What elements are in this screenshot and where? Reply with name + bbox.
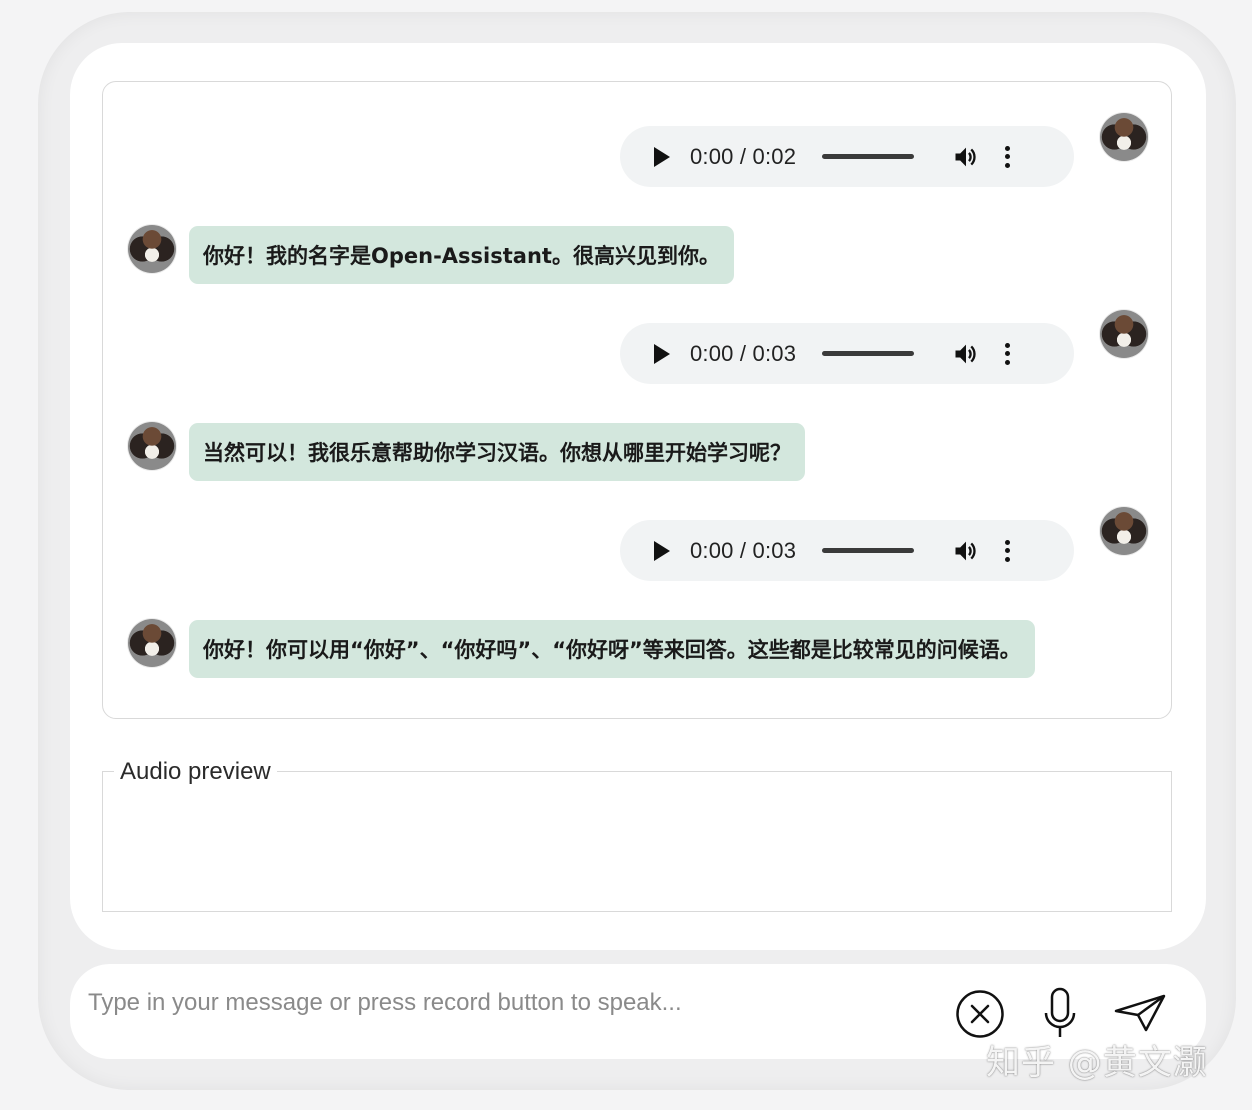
watermark: 知乎 @黄文灏: [986, 1043, 1208, 1083]
send-icon: [1114, 994, 1166, 1032]
volume-icon[interactable]: [952, 340, 980, 368]
audio-time: 0:00 / 0:03: [690, 537, 797, 563]
play-icon[interactable]: [650, 146, 670, 167]
bot-message: 当然可以！我很乐意帮助你学习汉语。你想从哪里开始学习呢？: [189, 423, 805, 481]
user-avatar: [1100, 113, 1148, 161]
audio-player[interactable]: 0:00 / 0:03: [620, 520, 1074, 581]
audio-time: 0:00 / 0:02: [690, 143, 797, 169]
audio-player[interactable]: 0:00 / 0:02: [620, 126, 1074, 187]
bot-avatar: [128, 225, 176, 273]
bot-message: 你好！你可以用“你好”、“你好吗”、“你好呀”等来回答。这些都是比较常见的问候语…: [189, 620, 1035, 678]
more-options-icon[interactable]: [1004, 342, 1010, 365]
bot-message: 你好！我的名字是Open-Assistant。很高兴见到你。: [189, 226, 734, 284]
play-icon[interactable]: [650, 540, 670, 561]
audio-preview-label: Audio preview: [114, 758, 277, 786]
clear-icon: [956, 990, 1004, 1038]
audio-progress-bar[interactable]: [822, 548, 915, 553]
volume-icon[interactable]: [952, 537, 980, 565]
user-avatar: [1100, 310, 1148, 358]
send-button[interactable]: [1114, 993, 1166, 1036]
more-options-icon[interactable]: [1004, 145, 1010, 168]
audio-progress-bar[interactable]: [822, 351, 915, 356]
microphone-icon: [1044, 987, 1076, 1037]
bot-avatar: [128, 422, 176, 470]
play-icon[interactable]: [650, 343, 670, 364]
audio-preview-box: [102, 771, 1172, 912]
message-input[interactable]: [86, 980, 930, 1026]
more-options-icon[interactable]: [1004, 539, 1010, 562]
audio-player[interactable]: 0:00 / 0:03: [620, 323, 1074, 384]
volume-icon[interactable]: [952, 143, 980, 171]
user-avatar: [1100, 507, 1148, 555]
audio-progress-bar[interactable]: [822, 154, 915, 159]
bot-avatar: [128, 619, 176, 667]
audio-time: 0:00 / 0:03: [690, 340, 797, 366]
